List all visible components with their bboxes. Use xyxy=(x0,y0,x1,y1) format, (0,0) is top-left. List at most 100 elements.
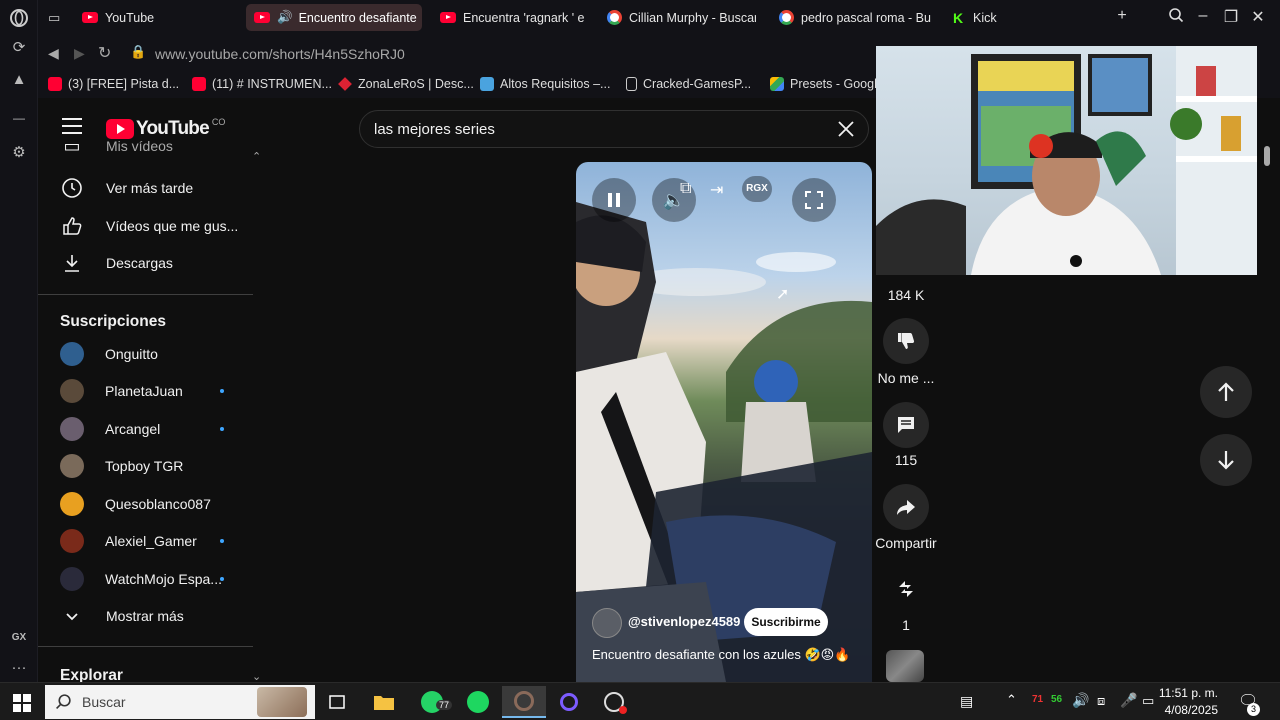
bookmark-item[interactable]: (11) # INSTRUMEN... xyxy=(192,77,332,91)
settings-gear-icon[interactable]: ⚙ xyxy=(9,143,29,163)
gx-label[interactable]: GX xyxy=(9,628,29,648)
sidebar-scroll-down-icon[interactable]: ⌄ xyxy=(252,670,261,682)
download-icon xyxy=(60,251,84,275)
page-icon xyxy=(626,77,637,91)
sidebar-sub-arcangel[interactable]: Arcangel xyxy=(38,411,253,447)
sidebar-item-downloads[interactable]: Descargas xyxy=(38,245,253,281)
avatar xyxy=(60,492,84,516)
search-tabs-icon[interactable] xyxy=(1164,7,1188,28)
sidebar-item-liked[interactable]: Vídeos que me gus... xyxy=(38,208,253,244)
video-icon: ▭ xyxy=(63,136,81,156)
avatar xyxy=(60,529,84,553)
bookmark-item[interactable]: ZonaLeRoS | Desc... xyxy=(338,77,474,91)
previous-short-button[interactable] xyxy=(1200,366,1252,418)
tab-pedro-pascal[interactable]: pedro pascal roma - Bu xyxy=(770,4,932,31)
sidebar-show-more[interactable]: Mostrar más xyxy=(38,598,253,634)
new-tab-plus-icon[interactable]: + xyxy=(1110,7,1134,25)
sidebar-scroll-up-icon[interactable]: ⌃ xyxy=(252,150,261,163)
sidebar-sub-onguitto[interactable]: Onguitto xyxy=(38,336,253,372)
spotify-icon[interactable] xyxy=(456,686,500,718)
clear-search-icon[interactable] xyxy=(836,119,856,144)
subscribe-button[interactable]: Suscribirme xyxy=(744,608,828,636)
reload-icon[interactable]: ↻ xyxy=(98,43,111,63)
bookmark-item[interactable]: Altos Requisitos –... xyxy=(480,77,610,91)
display-tray-icon[interactable]: ▭ xyxy=(1142,693,1154,709)
subscription-name: Quesoblanco087 xyxy=(105,496,211,512)
next-short-button[interactable] xyxy=(1200,434,1252,486)
bookmark-item[interactable]: Cracked-GamesP... xyxy=(626,77,751,91)
search-input[interactable]: las mejores series xyxy=(374,121,495,138)
minimize-icon[interactable]: – xyxy=(1191,7,1215,25)
taskbar-search[interactable]: Buscar xyxy=(45,685,315,719)
sidebar-sub-alexiel[interactable]: Alexiel_Gamer xyxy=(38,523,253,559)
hamburger-menu-icon[interactable] xyxy=(62,118,82,134)
short-video-player[interactable]: 🔈 ⧉ ⇥ RGX ➚ @stivenlopez4589 Suscribirme… xyxy=(576,162,872,682)
tab-cillian-murphy[interactable]: Cillian Murphy - Buscar xyxy=(598,4,756,31)
fullscreen-button[interactable] xyxy=(792,178,836,222)
comments-button[interactable] xyxy=(883,402,929,448)
avatar xyxy=(60,454,84,478)
close-window-icon[interactable]: ✕ xyxy=(1246,7,1270,27)
sign-in-icon[interactable]: ⇥ xyxy=(710,180,723,200)
notification-count-badge: 3 xyxy=(1247,703,1260,716)
sidebar-sub-quesoblanco[interactable]: Quesoblanco087 xyxy=(38,486,253,522)
back-icon[interactable]: ◀ xyxy=(48,45,59,62)
subscription-name: Alexiel_Gamer xyxy=(105,533,197,549)
sidebar-divider xyxy=(38,294,253,295)
more-icon[interactable]: ··· xyxy=(9,658,29,678)
search-box[interactable]: las mejores series xyxy=(359,110,869,148)
region-code: CO xyxy=(211,117,226,127)
yt-sidebar: YouTube CO ▭ Mis vídeos ⌃ Ver más tarde … xyxy=(38,98,261,682)
sidebar-sub-topboy[interactable]: Topboy TGR xyxy=(38,448,253,484)
channel-handle[interactable]: @stivenlopez4589 xyxy=(628,614,740,629)
sidebar-item-watch-later[interactable]: Ver más tarde xyxy=(38,170,253,206)
whatsapp-badge: 77 xyxy=(436,700,453,710)
workspaces-icon[interactable]: ▭ xyxy=(48,10,60,26)
file-explorer-icon[interactable] xyxy=(362,686,406,718)
network-tray-icon[interactable]: ⧈ xyxy=(1097,693,1105,709)
dislike-button[interactable] xyxy=(883,318,929,364)
tab-kick[interactable]: K Kick xyxy=(942,4,1062,31)
page-scrollbar[interactable] xyxy=(1264,146,1270,166)
google-favicon-icon xyxy=(606,10,622,26)
webcam-illustration xyxy=(876,46,1257,275)
tab-encuentro-active[interactable]: 🔊 Encuentro desafiante xyxy=(246,4,422,31)
news-widget-icon[interactable]: ▤ xyxy=(960,693,973,710)
share-button[interactable] xyxy=(883,484,929,530)
maximize-icon[interactable]: ❐ xyxy=(1219,7,1243,27)
remix-button[interactable] xyxy=(883,566,929,612)
gx-control-icon[interactable]: ▲ xyxy=(9,70,29,90)
whatsapp-icon[interactable]: 77 xyxy=(410,686,454,718)
tray-chevron-up-icon[interactable]: ⌃ xyxy=(1006,692,1017,708)
video-frame-illustration xyxy=(576,202,872,682)
forward-icon[interactable]: ▶ xyxy=(74,45,85,62)
rgx-badge[interactable]: RGX xyxy=(742,176,772,202)
url-field[interactable]: www.youtube.com/shorts/H4n5SzhoRJ0 xyxy=(155,46,405,62)
sidebar-sub-planetajuan[interactable]: PlanetaJuan xyxy=(38,373,253,409)
opera-logo-icon[interactable] xyxy=(9,8,29,28)
opera-gx-taskbar-icon[interactable] xyxy=(502,686,546,718)
pip-icon[interactable]: ⧉ xyxy=(680,180,691,198)
windows-start-icon[interactable] xyxy=(13,694,31,717)
new-content-dot xyxy=(220,539,224,543)
task-view-icon[interactable] xyxy=(315,686,359,718)
volume-tray-icon[interactable]: 🔊 xyxy=(1072,692,1089,709)
share-label: Compartir xyxy=(875,535,937,551)
bookmark-item[interactable]: (3) [FREE] Pista d... xyxy=(48,77,179,91)
tab-youtube[interactable]: YouTube xyxy=(74,4,234,31)
microphone-tray-icon[interactable]: 🎤 xyxy=(1120,692,1137,709)
tab-label: Cillian Murphy - Buscar xyxy=(629,10,756,25)
tab-ragnark[interactable]: Encuentra 'ragnark ' en xyxy=(432,4,584,31)
sidebar-item-partial[interactable]: ▭ Mis vídeos xyxy=(38,136,253,156)
channel-avatar[interactable] xyxy=(592,608,622,638)
pause-button[interactable] xyxy=(592,178,636,222)
app-icon-circle[interactable] xyxy=(547,686,591,718)
refresh-sync-icon[interactable]: ⟳ xyxy=(9,38,29,58)
clock-date[interactable]: 4/08/2025 xyxy=(1165,703,1218,717)
speaker-icon[interactable]: 🔊 xyxy=(277,10,293,25)
bookmark-item[interactable]: Presets - Googl xyxy=(770,77,877,91)
clock-time[interactable]: 11:51 p. m. xyxy=(1159,686,1218,700)
sidebar-sub-watchmojo[interactable]: WatchMojo Espa... xyxy=(38,561,253,597)
sound-thumbnail[interactable] xyxy=(886,650,924,682)
obs-recording-icon[interactable] xyxy=(592,686,636,718)
